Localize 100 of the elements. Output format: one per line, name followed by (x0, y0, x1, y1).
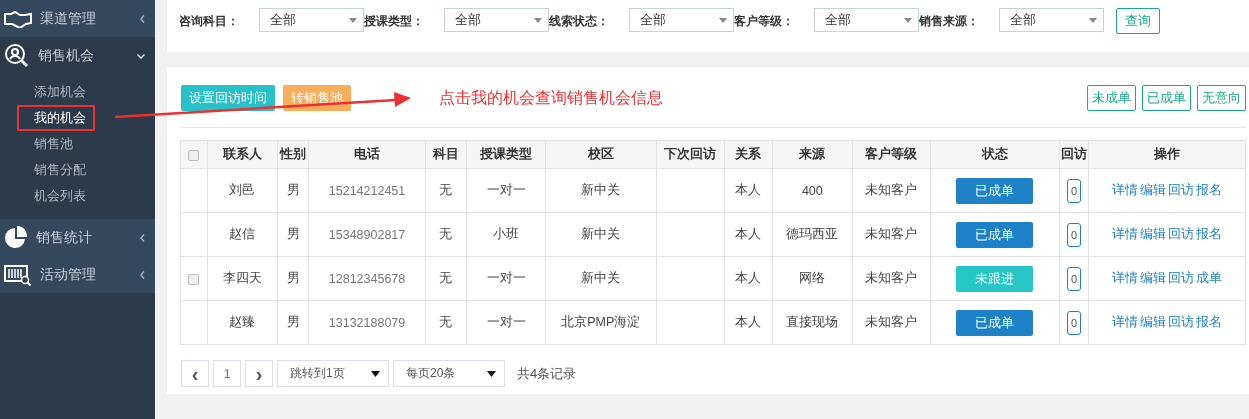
chevron-left-icon (140, 270, 145, 279)
annotation-text: 点击我的机会查询销售机会信息 (439, 87, 664, 108)
action-link[interactable]: 编辑 (1140, 315, 1167, 329)
handshake-icon (4, 9, 32, 28)
table-cell: 无 (425, 168, 467, 213)
status-button[interactable]: 已成单 (956, 221, 1034, 248)
table-cell: 直接现场 (772, 300, 853, 345)
filter-dropdown[interactable]: 全部 (444, 8, 549, 32)
action-link[interactable]: 回访 (1168, 271, 1195, 285)
chevron-left-icon (140, 14, 145, 23)
action-link[interactable]: 详情 (1112, 315, 1139, 329)
column-header: 校区 (545, 140, 656, 169)
filter-dropdown[interactable]: 全部 (629, 8, 734, 32)
filter-label: 线索状态： (549, 13, 610, 30)
action-link[interactable]: 编辑 (1140, 227, 1167, 241)
action-link[interactable]: 回访 (1168, 183, 1195, 197)
table-cell: 12812345678 (308, 256, 426, 301)
action-link[interactable]: 详情 (1112, 227, 1139, 241)
sidebar-subitem[interactable]: 我的机会 (17, 105, 95, 131)
action-link[interactable]: 报名 (1196, 227, 1223, 241)
page-size-dropdown[interactable]: 每页20条 (393, 360, 505, 387)
column-header: 授课类型 (466, 140, 546, 169)
action-link[interactable]: 回访 (1168, 315, 1195, 329)
action-link[interactable]: 成单 (1196, 271, 1223, 285)
dropdown-caret-icon (904, 17, 912, 23)
sidebar-subitem[interactable]: 销售分配 (0, 157, 155, 183)
sidebar-subitem[interactable]: 机会列表 (0, 183, 155, 209)
table-cell: 无 (425, 256, 467, 301)
filter-label: 授课类型： (364, 13, 425, 30)
column-header: 下次回访 (656, 140, 724, 169)
filter-label: 销售来源： (919, 13, 980, 30)
dropdown-caret-icon (487, 370, 496, 377)
table-cell: 北京PMP海淀 (545, 300, 656, 345)
table-cell: 未知客户 (852, 300, 931, 345)
table-cell: 男 (277, 212, 309, 257)
checkbox[interactable] (188, 273, 200, 285)
query-button[interactable]: 查询 (1116, 8, 1160, 34)
sidebar-subitem[interactable]: 销售池 (0, 131, 155, 157)
table-cell: 400 (772, 168, 853, 213)
table-cell: 刘邑 (207, 168, 278, 213)
dropdown-caret-icon (1089, 17, 1097, 23)
page-jump-dropdown[interactable]: 跳转到1页 (277, 360, 389, 387)
column-header: 操作 (1088, 140, 1246, 169)
action-link[interactable]: 报名 (1196, 315, 1223, 329)
table-cell: 德玛西亚 (772, 212, 853, 257)
action-link[interactable]: 回访 (1168, 227, 1195, 241)
checkbox[interactable] (188, 149, 200, 161)
action-link[interactable]: 编辑 (1140, 271, 1167, 285)
chevron-left-icon (140, 233, 145, 242)
table-cell: 男 (277, 168, 309, 213)
table-cell: 本人 (724, 300, 773, 345)
visit-count[interactable]: 0 (1067, 178, 1082, 203)
pie-chart-icon (4, 225, 28, 250)
table-cell: 小班 (466, 212, 546, 257)
barcode-scan-icon (4, 263, 32, 286)
table-cell: 新中关 (545, 256, 656, 301)
table-cell: 15348902817 (308, 212, 426, 257)
action-link[interactable]: 详情 (1112, 183, 1139, 197)
action-link[interactable]: 编辑 (1140, 183, 1167, 197)
table-cell: 赵信 (207, 212, 278, 257)
column-header: 科目 (425, 140, 467, 169)
previous-page-button[interactable]: ‹ (181, 360, 209, 387)
visit-count[interactable]: 0 (1067, 222, 1082, 247)
table-cell: 未知客户 (852, 168, 931, 213)
action-link[interactable]: 详情 (1112, 271, 1139, 285)
column-header: 状态 (930, 140, 1060, 169)
table-cell (656, 212, 724, 257)
status-filter-button[interactable]: 已成单 (1142, 85, 1191, 111)
table-cell: 男 (277, 300, 309, 345)
record-count: 共4条记录 (517, 364, 577, 383)
filter-dropdown[interactable]: 全部 (259, 8, 364, 32)
table-cell (656, 300, 724, 345)
table-cell: 本人 (724, 212, 773, 257)
filter-dropdown[interactable]: 全部 (999, 8, 1104, 32)
column-header: 关系 (724, 140, 773, 169)
sidebar-subitem[interactable]: 添加机会 (0, 79, 155, 105)
next-page-button[interactable]: › (245, 360, 273, 387)
visit-count[interactable]: 0 (1067, 266, 1082, 291)
filter-dropdown[interactable]: 全部 (814, 8, 919, 32)
action-link[interactable]: 报名 (1196, 183, 1223, 197)
page-button[interactable]: 1 (213, 360, 241, 387)
column-header: 电话 (308, 140, 426, 169)
sidebar-menu-item[interactable]: 销售机会 (0, 37, 155, 75)
table-cell: 男 (277, 256, 309, 301)
filter-label: 客户等级： (734, 13, 795, 30)
table-cell: 本人 (724, 168, 773, 213)
column-header: 来源 (772, 140, 853, 169)
dropdown-caret-icon (371, 370, 380, 377)
status-filter-button[interactable]: 未成单 (1087, 85, 1136, 111)
table-cell: 网络 (772, 256, 853, 301)
visit-count[interactable]: 0 (1067, 310, 1082, 335)
dropdown-caret-icon (349, 17, 357, 23)
status-button[interactable]: 已成单 (956, 177, 1034, 204)
status-button[interactable]: 已成单 (956, 309, 1034, 336)
sidebar-menu-item[interactable]: 活动管理 (0, 256, 155, 293)
table-cell: 本人 (724, 256, 773, 301)
sidebar-menu-item[interactable]: 渠道管理 (0, 0, 155, 37)
status-filter-button[interactable]: 无意向 (1197, 85, 1246, 111)
sidebar-menu-item[interactable]: 销售统计 (0, 219, 155, 256)
table-cell: 一对一 (466, 168, 546, 213)
